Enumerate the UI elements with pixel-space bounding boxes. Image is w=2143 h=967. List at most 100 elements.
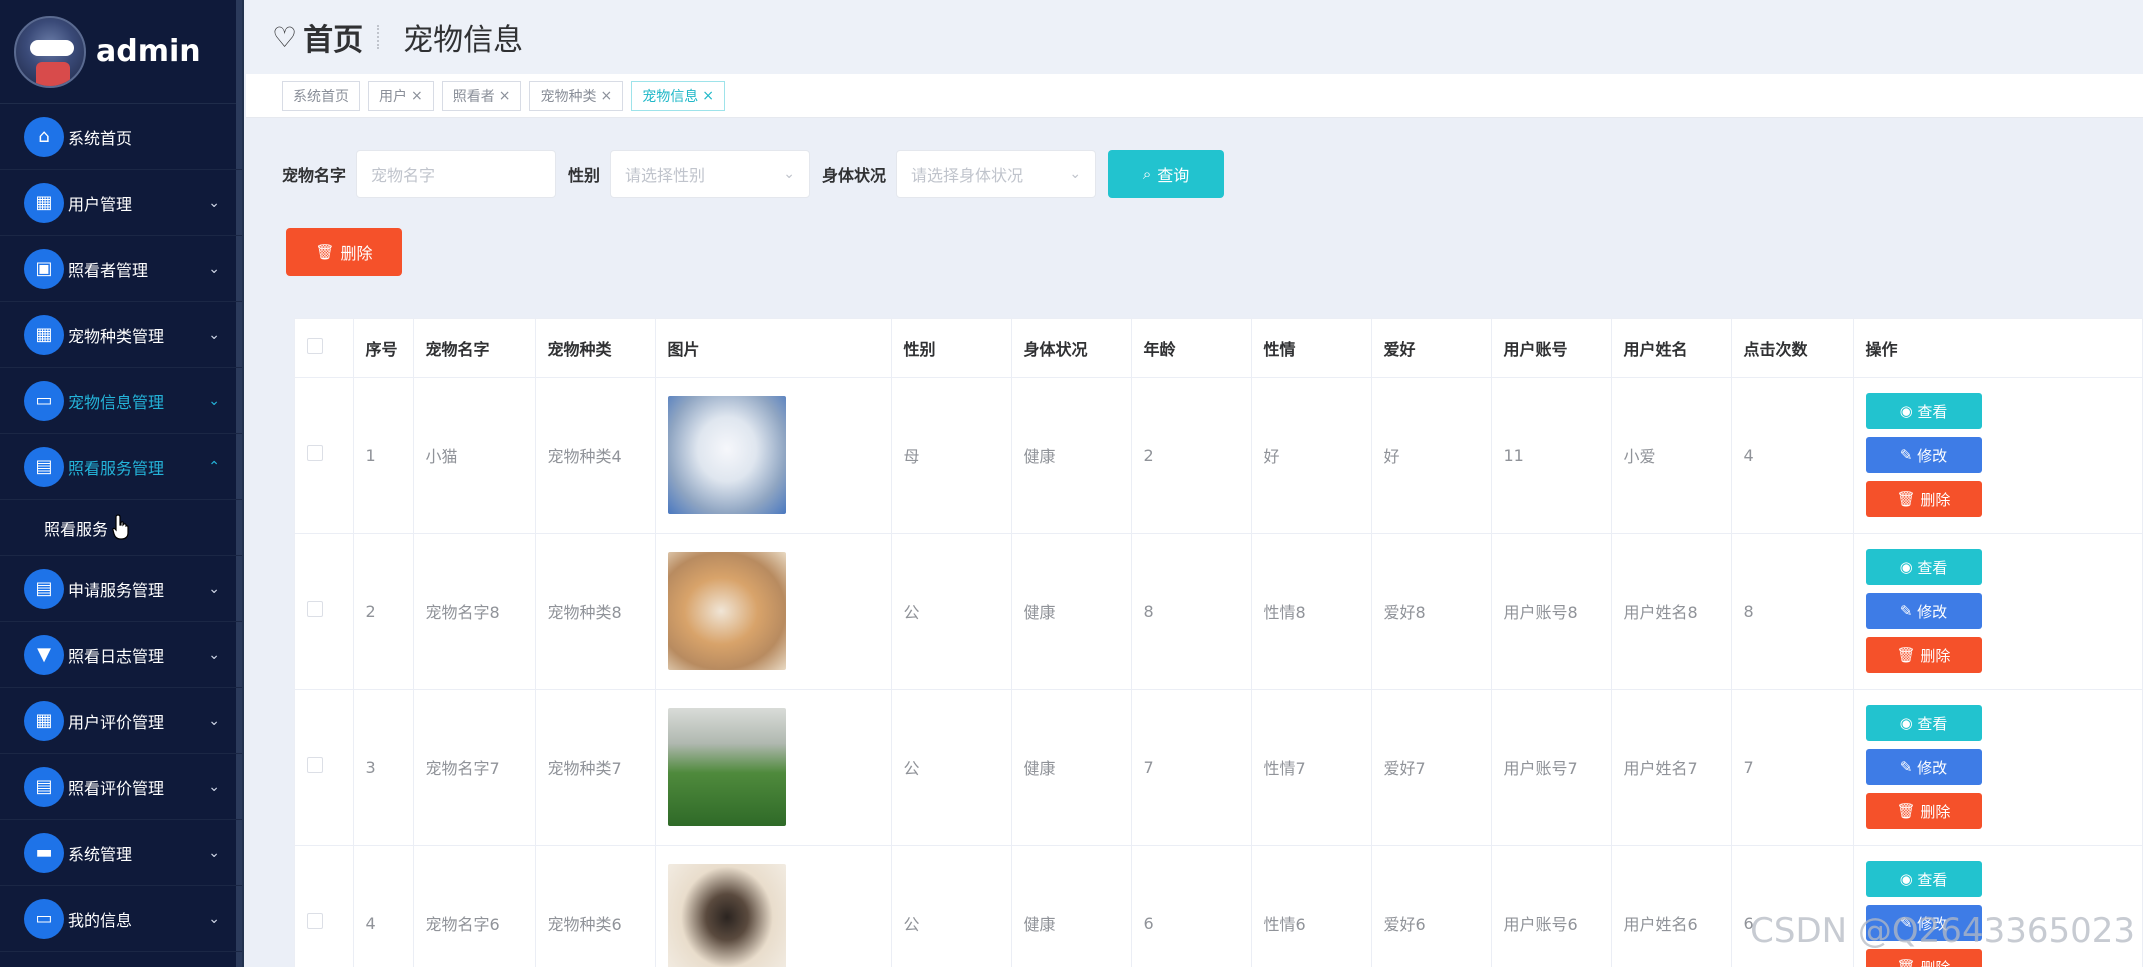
sidebar-menu: ⌂ 系统首页 ▦ 用户管理 ⌄ ▣ 照看者管理 ⌄ ▦ 宠物种类管理 ⌄ ▭ 宠… bbox=[0, 104, 242, 952]
pet-photo-dog[interactable] bbox=[667, 708, 786, 826]
tag-label: 用户 bbox=[379, 88, 407, 105]
search-icon: ⌕ bbox=[1142, 165, 1152, 183]
trash-icon: 🗑 bbox=[1896, 958, 1921, 967]
cell-ops: ◉ 查看 ✎ 修改 🗑 删除 bbox=[1853, 377, 2143, 534]
sidebar-item-pet-info[interactable]: ▭ 宠物信息管理 ⌄ bbox=[0, 368, 242, 434]
avatar[interactable] bbox=[14, 15, 86, 88]
trash-icon: 🗑 bbox=[315, 243, 335, 261]
row-select-cell[interactable] bbox=[295, 689, 354, 846]
tag-label: 宠物信息 bbox=[642, 88, 699, 105]
view-label: 查看 bbox=[1917, 870, 1948, 889]
view-button[interactable]: ◉ 查看 bbox=[1865, 861, 1982, 897]
delete-button[interactable]: 🗑 删除 bbox=[1865, 637, 1982, 673]
close-icon[interactable]: × bbox=[499, 88, 511, 104]
tag-users[interactable]: 用户 × bbox=[368, 80, 434, 111]
pet-photo-pug[interactable] bbox=[667, 864, 786, 967]
cell-kind: 宠物种类7 bbox=[535, 689, 656, 846]
cell-ops: ◉ 查看 ✎ 修改 🗑 删除 bbox=[1853, 533, 2143, 690]
sidebar-item-user-reviews[interactable]: ▦ 用户评价管理 ⌄ bbox=[0, 688, 242, 754]
sidebar-item-my-info[interactable]: ▭ 我的信息 ⌄ bbox=[0, 886, 242, 952]
edit-label: 修改 bbox=[1917, 446, 1948, 465]
sidebar-item-pet-kinds[interactable]: ▦ 宠物种类管理 ⌄ bbox=[0, 302, 242, 368]
tag-pet-info[interactable]: 宠物信息 × bbox=[631, 80, 725, 111]
sidebar-item-label: 系统首页 bbox=[68, 128, 133, 148]
health-select[interactable]: 请选择身体状况 ⌄ bbox=[896, 150, 1097, 198]
sidebar-item-home[interactable]: ⌂ 系统首页 bbox=[0, 104, 242, 170]
view-button[interactable]: ◉ 查看 bbox=[1865, 705, 1982, 741]
cell-index: 4 bbox=[353, 845, 414, 967]
sidebar-item-label: 系统管理 bbox=[68, 844, 133, 864]
breadcrumb-home[interactable]: 首页 bbox=[303, 15, 363, 59]
view-button[interactable]: ◉ 查看 bbox=[1865, 549, 1982, 585]
row-checkbox[interactable] bbox=[307, 913, 323, 929]
bulk-delete-button[interactable]: 🗑 删除 bbox=[286, 228, 402, 276]
cell-index: 1 bbox=[353, 377, 414, 534]
cell-image bbox=[655, 845, 892, 967]
cell-gender: 母 bbox=[891, 377, 1012, 534]
sidebar-item-care-logs[interactable]: ▼ 照看日志管理 ⌄ bbox=[0, 622, 242, 688]
doc-icon: ▤ bbox=[24, 446, 64, 487]
column-header: 宠物名字 bbox=[413, 319, 536, 378]
row-checkbox[interactable] bbox=[307, 445, 323, 461]
sidebar-item-service-applications[interactable]: ▤ 申请服务管理 ⌄ bbox=[0, 556, 242, 622]
select-all-checkbox[interactable] bbox=[307, 337, 323, 354]
edit-button[interactable]: ✎ 修改 bbox=[1865, 749, 1982, 785]
column-header: 身体状况 bbox=[1011, 319, 1132, 378]
pet-name-input[interactable]: 宠物名字 bbox=[356, 150, 557, 198]
tag-caretakers[interactable]: 照看者 × bbox=[441, 80, 522, 111]
edit-button[interactable]: ✎ 修改 bbox=[1865, 593, 1982, 629]
column-header: 点击次数 bbox=[1731, 319, 1854, 378]
cell-health: 健康 bbox=[1011, 533, 1132, 690]
brush-icon: ▼ bbox=[24, 634, 64, 675]
tag-pet-kinds[interactable]: 宠物种类 × bbox=[529, 80, 624, 111]
sidebar-item-care-services[interactable]: ▤ 照看服务管理 ⌃ bbox=[0, 434, 242, 500]
sidebar-item-caretakers[interactable]: ▣ 照看者管理 ⌄ bbox=[0, 236, 242, 302]
cell-temper: 好 bbox=[1251, 377, 1372, 534]
delete-button[interactable]: 🗑 删除 bbox=[1865, 481, 1982, 517]
edit-button[interactable]: ✎ 修改 bbox=[1865, 437, 1982, 473]
chevron-up-icon: ⌃ bbox=[208, 458, 220, 475]
close-icon[interactable]: × bbox=[702, 88, 714, 104]
column-header: 序号 bbox=[353, 319, 414, 378]
sidebar-subitem-care-service[interactable]: 照看服务 bbox=[0, 500, 242, 556]
gender-select[interactable]: 请选择性别 ⌄ bbox=[610, 150, 811, 198]
sidebar-item-system[interactable]: ▬ 系统管理 ⌄ bbox=[0, 820, 242, 886]
view-button[interactable]: ◉ 查看 bbox=[1865, 393, 1982, 429]
chevron-down-icon: ⌄ bbox=[208, 260, 220, 277]
row-checkbox[interactable] bbox=[307, 757, 323, 773]
chevron-down-icon: ⌄ bbox=[208, 844, 220, 861]
select-all-cell[interactable] bbox=[295, 319, 354, 378]
sidebar-item-label: 宠物信息管理 bbox=[68, 392, 165, 412]
chevron-down-icon: ⌄ bbox=[208, 778, 220, 795]
row-select-cell[interactable] bbox=[295, 845, 354, 967]
row-select-cell[interactable] bbox=[295, 533, 354, 690]
pet-name-label: 宠物名字 bbox=[282, 166, 347, 185]
cell-index: 3 bbox=[353, 689, 414, 846]
cell-kind: 宠物种类4 bbox=[535, 377, 656, 534]
delete-label: 删除 bbox=[1920, 957, 1950, 967]
row-checkbox[interactable] bbox=[307, 601, 323, 617]
chevron-down-icon: ⌄ bbox=[208, 712, 220, 729]
home-icon: ⌂ bbox=[24, 116, 64, 157]
cell-age: 7 bbox=[1131, 689, 1252, 846]
query-button[interactable]: ⌕ 查询 bbox=[1108, 150, 1225, 198]
sidebar-item-users[interactable]: ▦ 用户管理 ⌄ bbox=[0, 170, 242, 236]
grid-icon: ▦ bbox=[24, 314, 64, 355]
close-icon[interactable]: × bbox=[600, 88, 612, 104]
row-select-cell[interactable] bbox=[295, 377, 354, 534]
sidebar-item-care-reviews[interactable]: ▤ 照看评价管理 ⌄ bbox=[0, 754, 242, 820]
pet-name-placeholder: 宠物名字 bbox=[371, 166, 436, 185]
pet-photo-cat[interactable] bbox=[667, 396, 786, 514]
delete-label: 删除 bbox=[1920, 802, 1951, 821]
tag-home[interactable]: 系统首页 bbox=[282, 80, 360, 111]
cell-temper: 性情8 bbox=[1251, 533, 1372, 690]
query-button-label: 查询 bbox=[1157, 166, 1190, 185]
delete-button[interactable]: 🗑 删除 bbox=[1865, 793, 1982, 829]
pet-photo-corgi[interactable] bbox=[667, 552, 786, 670]
delete-button[interactable]: 🗑 删除 bbox=[1865, 949, 1982, 967]
clipboard-check-icon: ▤ bbox=[24, 766, 64, 807]
gender-label: 性别 bbox=[568, 166, 601, 185]
chevron-down-icon: ⌄ bbox=[208, 580, 220, 597]
tag-label: 系统首页 bbox=[293, 88, 349, 105]
close-icon[interactable]: × bbox=[411, 88, 423, 104]
